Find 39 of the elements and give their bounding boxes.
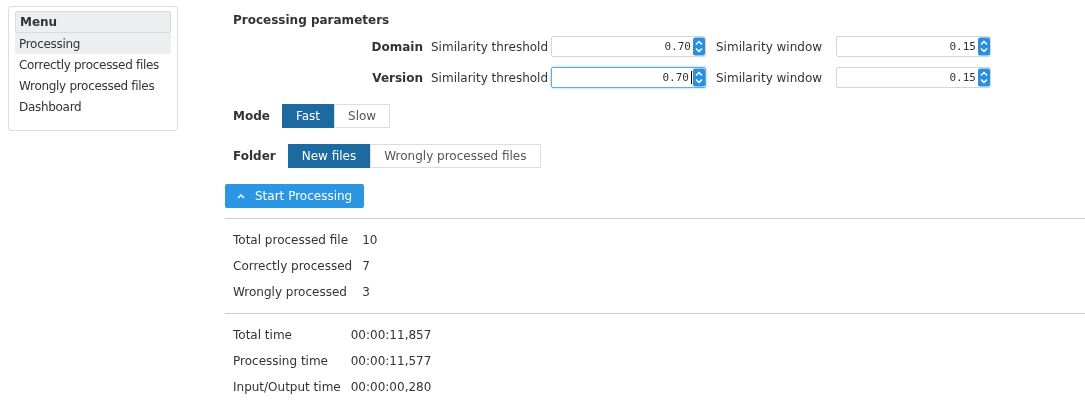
menu-item[interactable]: Processing xyxy=(15,33,171,54)
stepper-icon[interactable] xyxy=(978,37,990,56)
caret-icon xyxy=(237,193,245,199)
field-label: Similarity window xyxy=(716,39,824,54)
row-label: Domain xyxy=(370,39,423,54)
menu-item[interactable]: Dashboard xyxy=(15,96,171,117)
toggle-option[interactable]: Fast xyxy=(281,104,335,128)
number-field[interactable]: 0.70 xyxy=(551,36,706,57)
stat-value: 10 xyxy=(362,233,378,247)
stepper-icon[interactable] xyxy=(693,68,705,87)
time-label: Total time xyxy=(233,328,293,342)
stat-value: 7 xyxy=(362,259,371,273)
time-label: Input/Output time xyxy=(233,380,341,394)
field-label: Similarity window xyxy=(716,70,824,85)
toggle-option[interactable]: Slow xyxy=(334,104,391,128)
time-label: Processing time xyxy=(233,354,329,368)
row-label: Version xyxy=(371,70,423,85)
time-value: 00:00:11,857 xyxy=(350,328,432,342)
toggle-option[interactable]: New files xyxy=(287,144,371,168)
stat-value: 3 xyxy=(362,285,371,299)
stepper-icon[interactable] xyxy=(693,37,705,56)
toggle-option[interactable]: Wrongly processed files xyxy=(370,144,541,168)
menu-header: Menu xyxy=(15,11,171,33)
number-field[interactable]: 0.15 xyxy=(836,67,991,88)
stepper-icon[interactable] xyxy=(978,68,990,87)
field-label: Similarity threshold xyxy=(431,39,550,54)
field-label: Similarity threshold xyxy=(431,70,550,85)
stat-label: Wrongly processed xyxy=(233,285,348,299)
menu-item[interactable]: Wrongly processed files xyxy=(15,75,171,96)
number-field[interactable]: 0.70 xyxy=(551,67,706,88)
stat-label: Correctly processed xyxy=(233,259,353,273)
group-label: Mode xyxy=(233,109,270,123)
time-value: 00:00:11,577 xyxy=(350,354,432,368)
stat-label: Total processed file xyxy=(233,233,350,247)
menu-item[interactable]: Correctly processed files xyxy=(15,54,171,75)
number-field[interactable]: 0.15 xyxy=(836,36,991,57)
group-label: Folder xyxy=(233,149,276,163)
time-value: 00:00:00,280 xyxy=(350,380,432,394)
section-title: Processing parameters xyxy=(233,13,391,27)
